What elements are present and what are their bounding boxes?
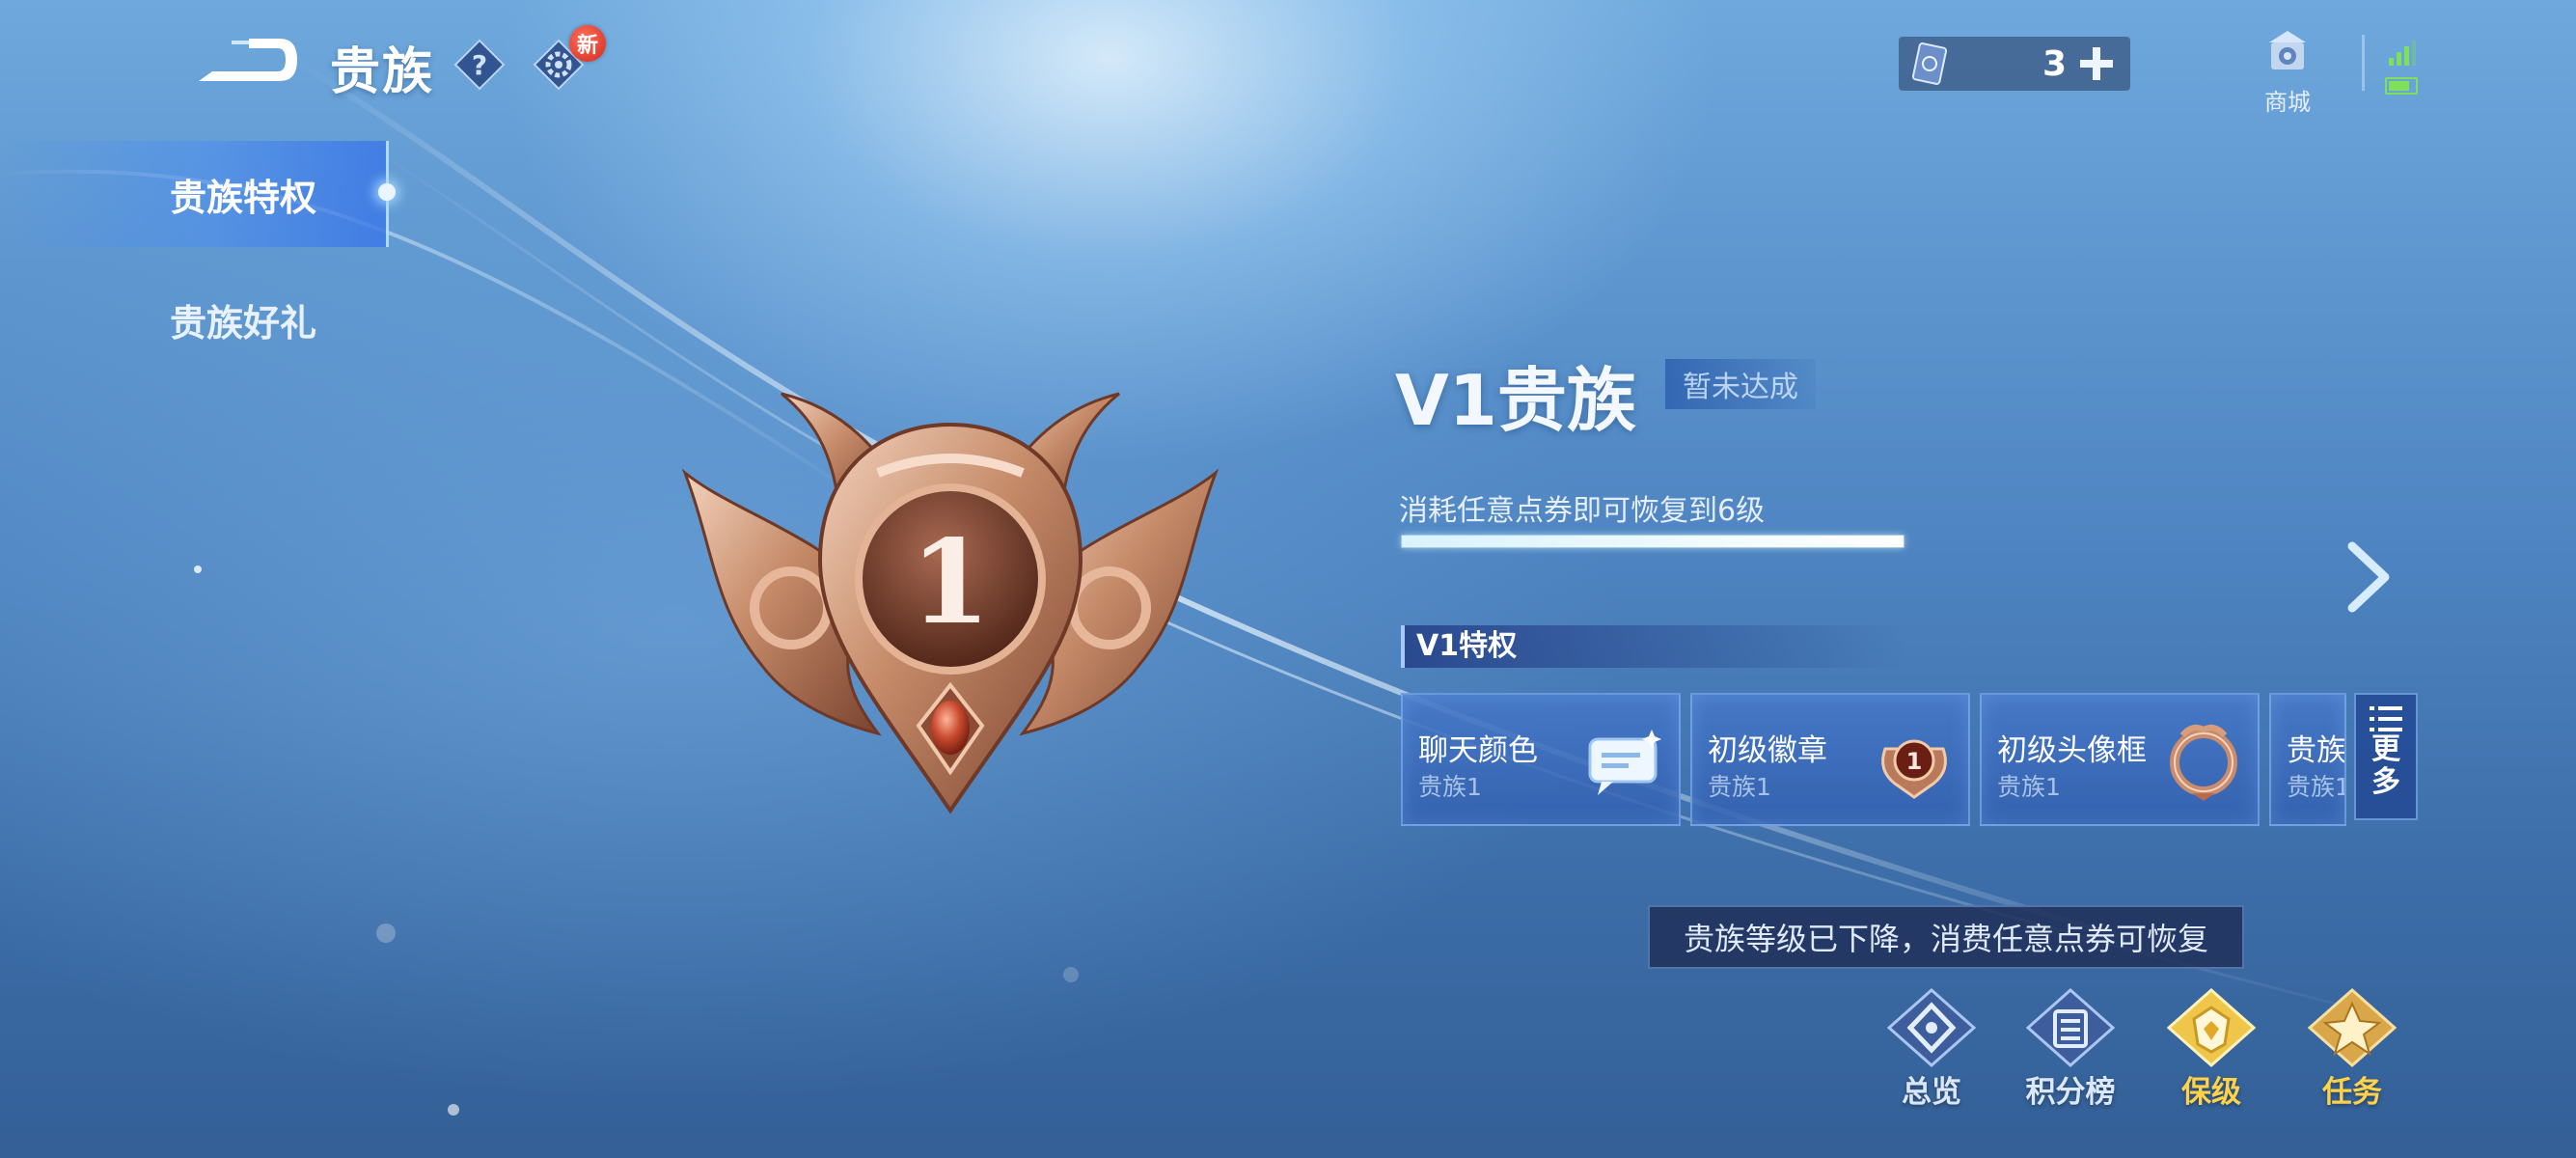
tasks-icon <box>2307 987 2398 1068</box>
level-drop-tooltip: 贵族等级已下降，消费任意点券可恢复 <box>1648 905 2244 969</box>
currency-count: 3 <box>2042 43 2067 84</box>
nav-tasks[interactable]: 任务 <box>2298 986 2406 1110</box>
chat-bubble-icon <box>1588 730 1661 795</box>
battery-icon <box>2385 77 2418 95</box>
sidebar-item-label: 贵族好礼 <box>170 301 317 345</box>
card-name: 初级徽章 <box>1708 733 1827 768</box>
emblem-level-number: 1 <box>910 514 991 650</box>
list-icon <box>2370 706 2402 731</box>
new-badge: 新 <box>569 25 606 62</box>
svg-text:1: 1 <box>1906 748 1923 775</box>
card-sub: 贵族1 <box>1708 773 1771 801</box>
privileges-header: V1特权 <box>1401 625 1906 668</box>
badge-icon: 1 <box>1881 739 1947 799</box>
shop-label: 商城 <box>2264 89 2311 116</box>
signal-icon <box>2389 41 2416 66</box>
more-label-1: 更 <box>2371 732 2400 766</box>
divider <box>2362 35 2365 91</box>
nav-overview[interactable]: 总览 <box>1877 986 1986 1110</box>
progress-fill <box>1402 536 1904 547</box>
privilege-card-partial[interactable]: 贵族 贵族1 <box>2269 693 2346 826</box>
card-name: 聊天颜色 <box>1418 733 1538 768</box>
nav-label: 保级 <box>2181 1075 2241 1110</box>
sidebar-item-noble-gifts[interactable]: 贵族好礼 <box>0 266 386 372</box>
overview-icon <box>1886 987 1977 1068</box>
chevron-right-icon[interactable] <box>2339 540 2397 614</box>
nav-label: 积分榜 <box>2025 1075 2116 1110</box>
help-button[interactable]: ? <box>453 39 506 91</box>
nav-label: 总览 <box>1902 1075 1961 1110</box>
coupon-icon <box>1911 42 1948 85</box>
noble-level-emblem: 1 <box>681 392 1219 814</box>
card-name: 贵族 <box>2287 733 2346 768</box>
noble-level-title: V1贵族 <box>1395 360 1636 441</box>
restore-hint: 消耗任意点券即可恢复到6级 <box>1399 494 1766 528</box>
shop-icon <box>2269 31 2306 69</box>
status-badge: 暂未达成 <box>1665 359 1816 409</box>
sidebar-item-noble-privileges[interactable]: 贵族特权 <box>0 141 396 247</box>
privilege-card-avatar-frame[interactable]: 初级头像框 贵族1 <box>1980 693 2260 826</box>
currency-display: 3 <box>1899 37 2130 91</box>
leaderboard-icon <box>2025 987 2116 1068</box>
nav-label: 任务 <box>2322 1075 2382 1110</box>
svg-text:?: ? <box>472 49 487 81</box>
page-title: 贵族 <box>330 43 435 101</box>
more-privileges-button[interactable]: 更 多 <box>2354 693 2418 820</box>
card-sub: 贵族1 <box>1418 773 1482 801</box>
sidebar-item-label: 贵族特权 <box>170 176 317 219</box>
privilege-card-badge[interactable]: 初级徽章 贵族1 1 <box>1690 693 1970 826</box>
nav-keep-level[interactable]: 保级 <box>2157 986 2265 1110</box>
nav-leaderboard[interactable]: 积分榜 <box>2016 986 2124 1110</box>
more-label-2: 多 <box>2371 765 2400 799</box>
avatar-frame-icon <box>2170 725 2237 801</box>
privilege-card-chat-color[interactable]: 聊天颜色 贵族1 <box>1401 693 1681 826</box>
privileges-header-label: V1特权 <box>1416 629 1518 663</box>
add-currency-icon[interactable] <box>2076 43 2117 84</box>
shop-button[interactable]: 商城 <box>2254 25 2321 116</box>
keep-level-icon <box>2166 987 2257 1068</box>
card-sub: 贵族1 <box>1997 773 2061 801</box>
card-sub: 贵族1 <box>2287 773 2346 801</box>
level-progress-bar <box>1401 535 1905 548</box>
back-button[interactable] <box>193 33 301 87</box>
active-indicator <box>378 183 396 201</box>
card-name: 初级头像框 <box>1997 733 2147 768</box>
